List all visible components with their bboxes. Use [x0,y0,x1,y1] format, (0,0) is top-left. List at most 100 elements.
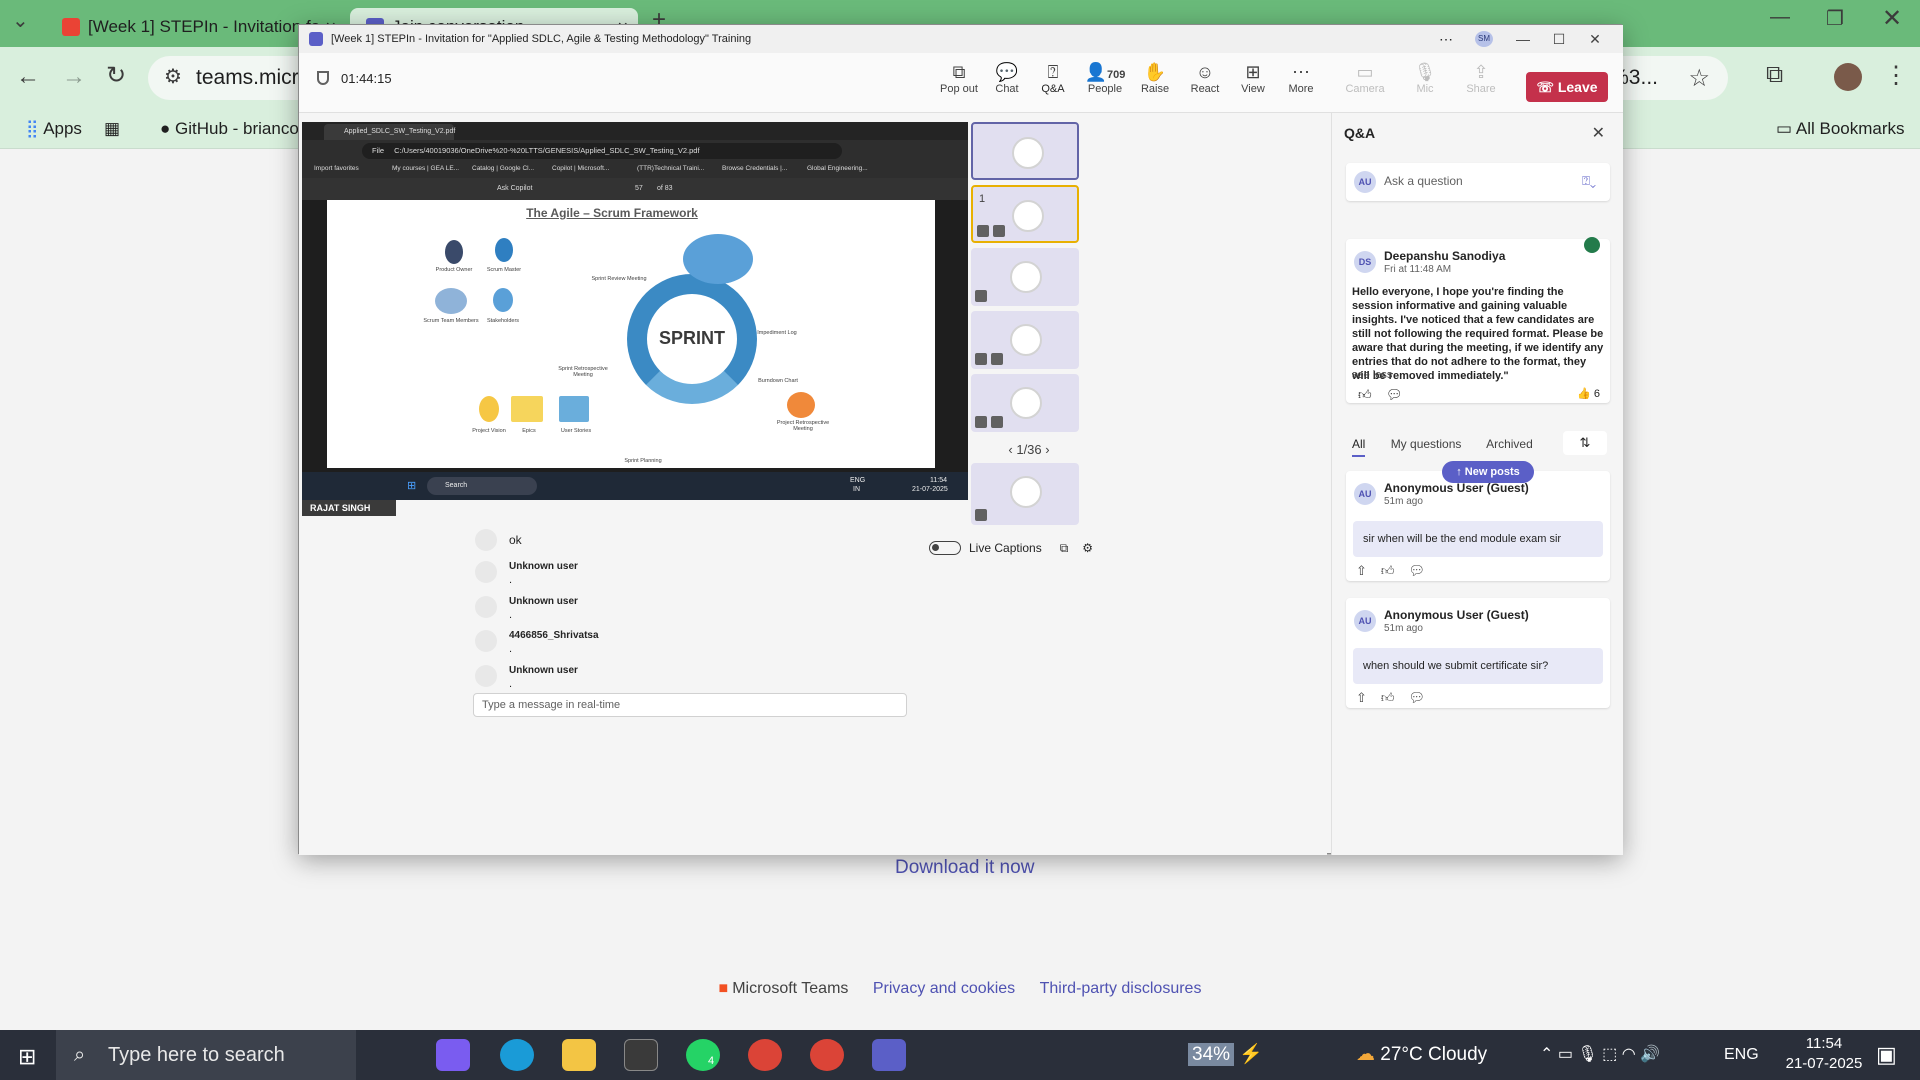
edge-icon[interactable] [500,1039,534,1071]
leave-button[interactable]: ☏ Leave [1526,72,1608,102]
clock[interactable]: 11:54 21-07-2025 [1776,1034,1872,1074]
reload-icon[interactable]: ↻ [106,61,126,90]
like-icon[interactable]: 👍︎ [1381,690,1395,705]
chrome-icon[interactable] [748,1039,782,1071]
question-text: sir when will be the end module exam sir [1353,521,1603,557]
battery-indicator[interactable]: 34% ⚡ [1188,1030,1263,1080]
pdf-toolbar: Ask Copilot 57 of 83 [302,178,968,200]
shared-address-bar: File C:/Users/40019036/OneDrive%20-%20LTT… [302,140,968,162]
tab-all[interactable]: All [1352,437,1366,457]
raise-hand-button[interactable]: ✋ Raise [1131,61,1179,95]
next-page-icon[interactable]: › [1042,442,1049,457]
upvote-icon[interactable]: ⇧ [1356,563,1367,578]
bookmark-star-icon[interactable]: ☆ [1688,64,1710,93]
tab-my-questions[interactable]: My questions [1391,437,1462,451]
participant-tile[interactable] [971,374,1079,432]
format-icon[interactable]: ⍰⌄ [1582,173,1596,189]
participant-tile[interactable] [971,248,1079,306]
teams-icon [309,32,323,46]
close-icon[interactable]: ✕ [1577,25,1613,53]
camera-button[interactable]: ▭ Camera [1341,61,1389,95]
privacy-link[interactable]: Privacy and cookies [873,980,1015,997]
sort-icon[interactable]: ⇅ [1563,431,1607,455]
participant-tile[interactable] [971,463,1079,525]
avatar [475,630,497,652]
chat-button[interactable]: 💬 Chat [983,61,1031,95]
mic-button[interactable]: 🎙 Mic [1401,61,1449,95]
minimize-icon[interactable]: — [1505,25,1541,53]
chrome-menu-icon[interactable]: ⋮ [1884,61,1908,90]
window-close-icon[interactable]: ✕ [1882,4,1902,33]
more-button[interactable]: ⋯ More [1277,61,1325,95]
teams-icon[interactable] [872,1039,906,1071]
extensions-icon[interactable]: ⧉ [1766,61,1783,89]
ask-question-input[interactable]: AU Ask a question ⍰⌄ [1346,163,1610,201]
whatsapp-icon[interactable]: 4 [686,1039,720,1071]
view-button[interactable]: ⊞ View [1229,61,1277,95]
like-icon[interactable]: 👍︎ [1381,563,1395,578]
windows-icon: ⊞ [407,480,417,492]
window-minimize-icon[interactable]: — [1770,6,1790,29]
teams-title-bar: [Week 1] STEPIn - Invitation for "Applie… [299,25,1623,53]
participant-tile[interactable] [971,122,1079,180]
bookmark-all[interactable]: ▭ All Bookmarks [1776,115,1905,143]
share-button[interactable]: ⇪ Share [1457,61,1505,95]
windows-start-icon[interactable]: ⊞ [18,1044,36,1070]
live-captions-toggle[interactable]: Live Captions ⧉ ⚙ [929,541,1093,556]
popout-icon: ⧉ [952,62,966,82]
tab-search-icon[interactable]: ⌄ [12,8,29,33]
third-party-link[interactable]: Third-party disclosures [1040,980,1202,997]
more-options-icon[interactable]: ⋯ [1439,25,1453,53]
react-button[interactable]: ☺ React [1181,61,1229,95]
site-info-icon[interactable]: ⚙ [164,64,182,89]
tray-icons[interactable]: ⌃ ▭ 🎙 ⬚ ◠ 🔊 [1540,1030,1660,1080]
reply-icon[interactable]: 💬︎ [1409,563,1426,578]
file-explorer-icon[interactable] [562,1039,596,1071]
avatar: AU [1354,171,1376,193]
people-button[interactable]: 👤709 People [1077,61,1133,95]
see-less-link[interactable]: see less [1352,369,1392,381]
close-icon[interactable]: ✕ [1592,123,1605,143]
maximize-icon[interactable]: ☐ [1541,25,1577,53]
profile-avatar[interactable] [1834,63,1862,91]
popout-button[interactable]: ⧉ Pop out [935,61,983,95]
language-indicator[interactable]: ENG [1724,1030,1759,1080]
window-title: [Week 1] STEPIn - Invitation for "Applie… [331,33,752,45]
mic-off-icon [975,290,987,302]
person-icon [1010,324,1042,356]
like-icon[interactable]: 👍︎ [1358,387,1372,403]
weather-widget[interactable]: ☁ 27°C Cloudy [1356,1030,1487,1080]
back-icon[interactable]: ← [16,63,40,91]
notifications-icon[interactable]: ▣ [1876,1042,1897,1068]
chrome-profile-icon[interactable] [810,1039,844,1071]
participant-tile[interactable]: 1 [971,185,1079,243]
settings-gear-icon[interactable]: ⚙ [1082,541,1093,555]
user-avatar[interactable]: SM [1475,31,1493,47]
tab-archived[interactable]: Archived [1486,437,1533,451]
shared-browser-tabs: Applied_SDLC_SW_Testing_V2.pdf [302,122,968,140]
upvote-icon[interactable]: ⇧ [1356,690,1367,705]
bookmark-grid-icon[interactable]: ▦ [104,115,120,143]
person-icon [1012,137,1044,169]
chat-input[interactable]: Type a message in real-time [473,693,907,717]
meeting-stage: Applied_SDLC_SW_Testing_V2.pdf File C:/Us… [299,113,1327,855]
reply-icon[interactable]: 💬︎ [1386,387,1403,403]
reply-icon[interactable]: 💬︎ [1409,690,1426,705]
shared-screen: Applied_SDLC_SW_Testing_V2.pdf File C:/Us… [302,122,968,500]
captions-icon[interactable]: ⧉ [1060,541,1069,555]
qa-button[interactable]: ⍰ Q&A [1029,61,1077,95]
avatar: AU [1354,483,1376,505]
store-icon[interactable] [624,1039,658,1071]
download-link[interactable]: Download it now [895,857,1034,879]
forward-icon[interactable]: → [62,63,86,91]
taskbar-search[interactable]: ⌕ Type here to search [56,1030,356,1080]
mic-off-icon [991,416,1003,428]
pinned-announcement: DS Deepanshu Sanodiya Fri at 11:48 AM He… [1346,237,1610,403]
window-restore-icon[interactable]: ❐ [1826,6,1844,31]
new-posts-button[interactable]: ↑ New posts [1442,461,1534,483]
participant-tile[interactable] [971,311,1079,369]
muted-icon [975,353,987,365]
bookmark-github[interactable]: ● GitHub - brianco [160,115,299,143]
copilot-icon[interactable] [436,1039,470,1071]
bookmark-apps[interactable]: ⣿ Apps [26,115,82,143]
